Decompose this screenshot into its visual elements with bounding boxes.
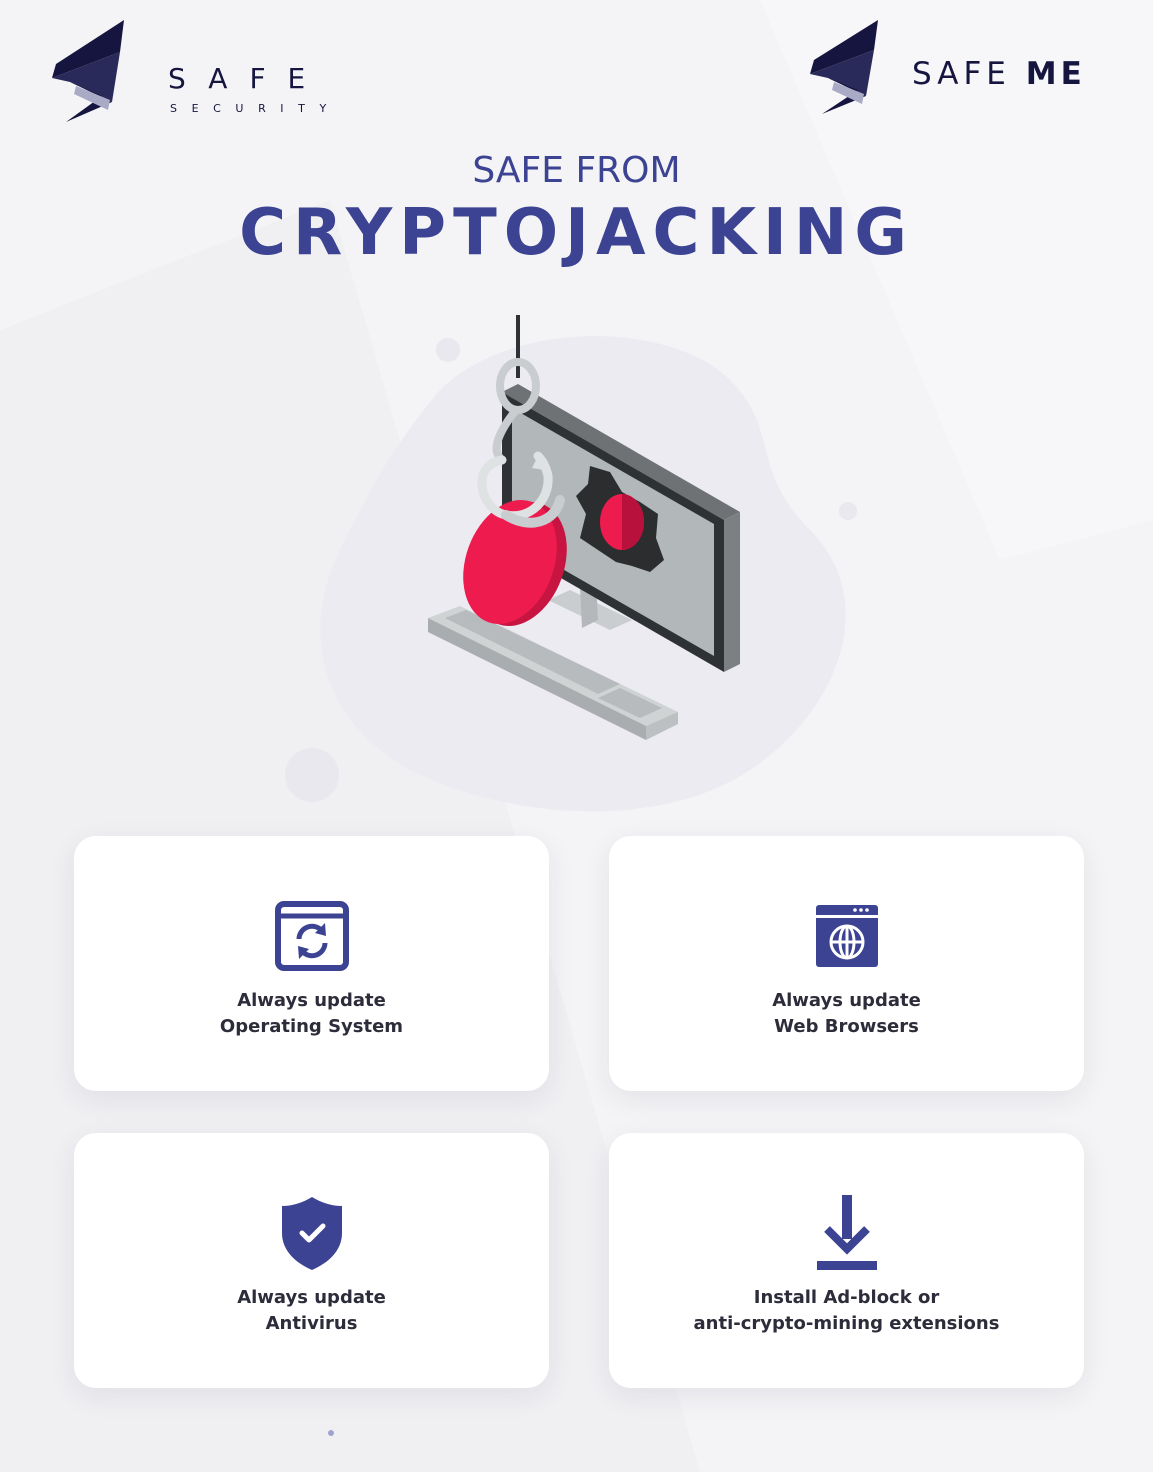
card-caption-line-2: anti-crypto-mining extensions: [693, 1313, 1000, 1334]
card-caption-line-1: Always update: [237, 990, 386, 1011]
decorative-dot: [328, 1430, 334, 1436]
card-caption-line-2: Web Browsers: [774, 1016, 919, 1037]
card-caption-line-1: Always update: [237, 1287, 386, 1308]
title-line-1: SAFE FROM: [472, 150, 681, 191]
tip-card-antivirus: Always update Antivirus: [74, 1133, 549, 1388]
safeme-wordmark: SAFE ME: [912, 56, 1086, 92]
tip-card-operating-system: Always update Operating System: [74, 836, 549, 1091]
safe-security-logo[interactable]: SAFE SECURITY: [46, 18, 346, 128]
card-caption: Always update Antivirus: [74, 1285, 549, 1337]
safeme-word-light: SAFE: [912, 56, 1011, 92]
safeme-word-bold: ME: [1025, 56, 1086, 92]
safe-s-logo-icon: [52, 20, 124, 122]
brand-subtitle: SECURITY: [170, 102, 341, 115]
card-caption: Always update Operating System: [74, 988, 549, 1040]
card-caption-line-1: Always update: [772, 990, 921, 1011]
shield-check-icon: [281, 1197, 342, 1270]
browser-globe-icon: [815, 905, 878, 967]
hooked-coin-monitor-illustration: [320, 315, 846, 812]
safe-s-logo-icon: [810, 20, 878, 114]
tip-card-web-browsers: Always update Web Browsers: [609, 836, 1084, 1091]
card-caption: Install Ad-block or anti-crypto-mining e…: [609, 1285, 1084, 1337]
card-caption: Always update Web Browsers: [609, 988, 1084, 1040]
brand-wordmark: SAFE: [168, 62, 328, 95]
card-caption-line-2: Antivirus: [265, 1313, 358, 1334]
safeme-logo[interactable]: SAFE ME: [806, 18, 1126, 118]
tip-card-ad-block: Install Ad-block or anti-crypto-mining e…: [609, 1133, 1084, 1388]
download-icon: [816, 1195, 877, 1270]
card-caption-line-1: Install Ad-block or: [753, 1287, 940, 1308]
window-refresh-icon: [274, 901, 349, 971]
title-line-2: CRYPTOJACKING: [239, 196, 914, 270]
card-caption-line-2: Operating System: [219, 1016, 404, 1037]
